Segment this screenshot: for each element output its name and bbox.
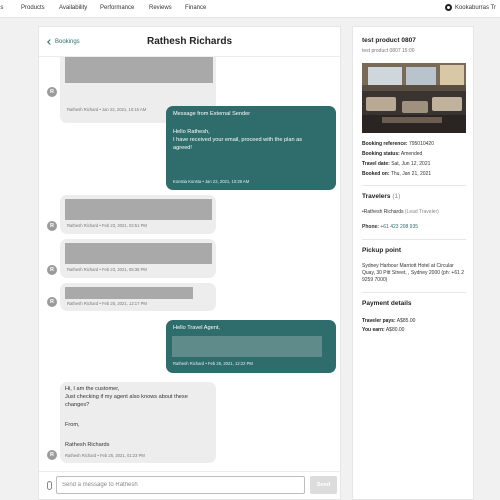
nav-item-finance[interactable]: Finance [185, 5, 206, 11]
redacted-content [65, 243, 212, 264]
message-bubble-incoming: Hi, I am the customer, Just checking if … [60, 382, 216, 463]
chat-header: Bookings Rathesh Richards [39, 27, 340, 57]
phone-link[interactable]: +61 423 208 935 [380, 224, 418, 230]
booking-reference: Booking reference: 795010420 [362, 141, 434, 147]
message-line: Hello Rathesh, [173, 129, 210, 135]
brand-logo-icon [444, 4, 452, 11]
pickup-address: Sydney Harbour Marriott Hotel at Circula… [362, 263, 465, 283]
payment-heading: Payment details [362, 300, 412, 307]
product-image [362, 63, 466, 133]
chat-panel: Bookings Rathesh Richards R Rathesh Rich… [38, 26, 341, 500]
redacted-content [65, 57, 213, 83]
traveler-item: •Rathesh Richards (Lead Traveler) [362, 209, 439, 215]
booked-on: Booked on: Thu, Jan 21, 2021 [362, 171, 432, 177]
message-line: From, [65, 422, 80, 428]
avatar: R [47, 265, 57, 275]
redacted-content [65, 287, 193, 299]
message-header: Message from External Sender [173, 111, 251, 117]
message-input[interactable] [56, 476, 305, 494]
avatar: R [47, 221, 57, 231]
divider [362, 185, 466, 186]
redacted-content [172, 336, 322, 357]
nav-item-availability[interactable]: Availability [59, 5, 87, 11]
message-bubble-incoming: Rathesh Richard • Feb 23, 2021, 05:38 PM [60, 239, 216, 278]
message-line: I have received your email, proceed with… [173, 137, 303, 143]
redacted-content [65, 199, 212, 220]
message-meta: Rathesh Richard • Feb 23, 2021, 02:51 PM [67, 223, 147, 228]
booking-details-panel: test product 0807 test product 0807 15:0… [352, 26, 474, 500]
message-line: Just checking if my agent also knows abo… [65, 394, 188, 400]
divider [362, 239, 466, 240]
paperclip-icon[interactable] [47, 481, 52, 490]
account-menu[interactable]: Kookaburras Tr [444, 4, 496, 11]
chat-title: Rathesh Richards [146, 36, 233, 47]
top-nav: gs Products Availability Performance Rev… [0, 0, 500, 18]
message-line: agreed! [173, 145, 192, 151]
nav-item-performance[interactable]: Performance [100, 5, 134, 11]
hotel-lounge-image [362, 63, 466, 133]
product-subtitle: test product 0807 15:00 [362, 48, 415, 54]
send-button[interactable]: Send [310, 476, 337, 494]
pickup-heading: Pickup point [362, 247, 401, 254]
nav-item-reviews[interactable]: Reviews [149, 5, 172, 11]
message-meta: Konstia Konsta • Jan 22, 2021, 10:29 AM [173, 179, 250, 184]
message-meta: Rathesh Richard • Feb 23, 2021, 05:38 PM [67, 267, 147, 272]
avatar: R [47, 450, 57, 460]
message-line: Hi, I am the customer, [65, 386, 120, 392]
nav-item-bookings[interactable]: gs [0, 5, 3, 11]
message-meta: Rathesh Richard • Feb 25, 2021, 01:23 PM [65, 453, 145, 458]
message-bubble-outgoing: Message from External Sender Hello Rathe… [166, 106, 336, 190]
message-meta: Rathesh Richard • Feb 25, 2021, 12:22 PM [173, 361, 253, 366]
message-line: changes? [65, 402, 90, 408]
message-line: Rathesh Richards [65, 442, 110, 448]
brand-name: Kookaburras Tr [454, 4, 496, 11]
avatar: R [47, 297, 57, 307]
you-earn: You earn: A$80.00 [362, 327, 405, 333]
divider [362, 292, 466, 293]
traveler-phone: Phone: +61 423 208 935 [362, 224, 419, 230]
message-bubble-incoming: Rathesh Richard • Feb 25, 2021, 12:17 PM [60, 283, 216, 311]
message-meta: Rathesh Richard • Feb 25, 2021, 12:17 PM [67, 301, 147, 306]
message-bubble-incoming: Rathesh Richard • Feb 23, 2021, 02:51 PM [60, 195, 216, 234]
message-meta: Rathesh Richard • Jan 22, 2021, 10:15 AM [67, 107, 147, 112]
booking-status: Booking status: Amended [362, 151, 423, 157]
nav-item-products[interactable]: Products [21, 5, 45, 11]
message-bubble-outgoing: Hello Travel Agent, Rathesh Richard • Fe… [166, 320, 336, 373]
travelers-heading: Travelers (1) [362, 193, 401, 200]
message-composer: Send [39, 471, 340, 499]
product-title: test product 0807 [362, 37, 416, 44]
avatar: R [47, 87, 57, 97]
traveler-pays: Traveler pays: A$85.00 [362, 318, 416, 324]
message-header: Hello Travel Agent, [173, 325, 220, 331]
travel-date: Travel date: Sat, Jun 12, 2021 [362, 161, 431, 167]
